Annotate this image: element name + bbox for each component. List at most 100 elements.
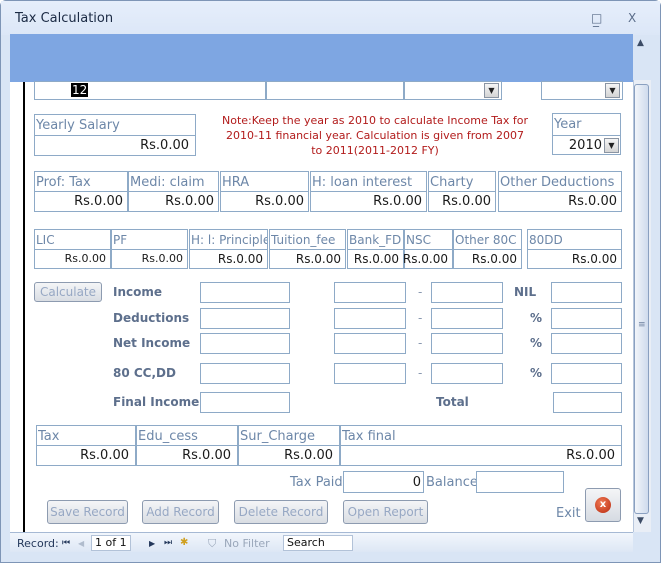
form-header (10, 34, 633, 82)
add-record-button[interactable]: Add Record (142, 500, 219, 524)
new-record-icon[interactable]: ✱ (180, 537, 188, 548)
calc-range-from[interactable] (334, 363, 406, 384)
dropdown-icon[interactable]: ▼ (605, 83, 620, 98)
deduction-field[interactable]: Rs.0.00 (498, 191, 622, 212)
last-record-icon[interactable]: ⏭ (164, 538, 172, 548)
field-value: Rs.0.00 (141, 252, 183, 265)
tax-value: Rs.0.00 (80, 448, 129, 463)
calc-range-to[interactable] (431, 363, 503, 384)
deduction-field[interactable]: Rs.0.00 (269, 249, 346, 269)
deduction-field[interactable]: Rs.0.00 (453, 249, 522, 269)
tax-field[interactable]: Rs.0.00 (36, 445, 136, 466)
rate-field[interactable] (551, 363, 622, 384)
deduction-field[interactable]: Rs.0.00 (428, 191, 496, 212)
calc-field[interactable] (200, 282, 290, 303)
next-record-icon[interactable]: ▶ (149, 539, 155, 548)
calculate-button[interactable]: Calculate (34, 282, 102, 302)
calc-field[interactable] (200, 392, 290, 413)
exit-button[interactable]: x (585, 488, 621, 522)
field-value: Rs.0.00 (353, 252, 399, 266)
close-button[interactable]: X (628, 11, 636, 25)
maximize-button[interactable]: □ (591, 11, 602, 25)
field-label-box: Other Deductions (498, 171, 622, 192)
calc-range-to[interactable] (431, 282, 503, 303)
deduction-field[interactable]: Rs.0.00 (220, 191, 309, 212)
rate-field[interactable] (551, 333, 622, 354)
title-bar: Tax Calculation _ □ X (1, 1, 660, 35)
combo-field-2[interactable]: ▼ (541, 81, 623, 100)
tax-label-box: Edu_cess (136, 425, 238, 446)
record-position-input[interactable]: 1 of 1 (91, 535, 131, 551)
tax-field[interactable]: Rs.0.00 (238, 445, 340, 466)
field-label: 80DD (529, 233, 563, 247)
scrollbar-thumb[interactable] (634, 84, 649, 514)
deduction-field[interactable]: Rs.0.00 (347, 249, 404, 269)
field-label-box: Charty (428, 171, 496, 192)
deduction-field[interactable]: Rs.0.00 (189, 249, 268, 269)
tax-label-box: Sur_Charge (238, 425, 340, 446)
no-filter-button[interactable]: No Filter (224, 537, 270, 550)
tax-paid-field[interactable]: 0 (343, 471, 424, 493)
year-label-box: Year (552, 113, 621, 136)
year-label: Year (554, 117, 582, 132)
calc-range-from[interactable] (334, 308, 406, 329)
dropdown-icon[interactable]: ▼ (484, 83, 499, 98)
calc-field[interactable] (200, 363, 290, 384)
tax-field[interactable]: Rs.0.00 (340, 445, 622, 466)
first-record-icon[interactable]: ⏮ (62, 538, 70, 548)
calc-range-from[interactable] (334, 282, 406, 303)
field-label-box: NSC (404, 229, 453, 250)
record-navigation-bar: Record: ⏮ ◀ 1 of 1 ▶ ⏭ ✱ ⛉ No Filter Sea… (10, 532, 633, 552)
delete-record-button[interactable]: Delete Record (234, 500, 328, 524)
deduction-field[interactable]: Rs.0.00 (111, 249, 188, 269)
year-select[interactable]: 2010 ▼ (552, 135, 621, 155)
calc-range-from[interactable] (334, 333, 406, 354)
field-label-box: PF (111, 229, 188, 250)
deduction-field[interactable]: Rs.0.00 (527, 249, 622, 269)
calc-range-to[interactable] (431, 308, 503, 329)
rate-label: NIL (514, 285, 537, 299)
tax-value: Rs.0.00 (182, 448, 231, 463)
field-label: Other Deductions (500, 175, 615, 190)
field-label: Other 80C (455, 233, 517, 247)
calc-field[interactable] (200, 333, 290, 354)
range-separator: - (418, 285, 423, 299)
tax-label: Tax (38, 429, 60, 444)
filter-icon: ⛉ (208, 537, 217, 550)
field-value: Rs.0.00 (471, 252, 517, 266)
scroll-down-icon[interactable]: ▼ (637, 516, 644, 526)
rate-field[interactable] (551, 282, 622, 303)
record-selector[interactable] (10, 82, 25, 532)
combo-field-1[interactable]: ▼ (404, 81, 502, 100)
calc-row-label: Final Income (113, 395, 200, 409)
deduction-field[interactable]: Rs.0.00 (310, 191, 427, 212)
balance-field[interactable] (476, 471, 564, 493)
field-value: Rs.0.00 (295, 252, 341, 266)
rate-field[interactable] (551, 308, 622, 329)
yearly-salary-field[interactable]: Rs.0.00 (34, 135, 196, 156)
total-field[interactable] (553, 392, 622, 413)
open-report-button[interactable]: Open Report (343, 500, 428, 524)
field-label: Tuition_fee (271, 233, 336, 247)
search-input[interactable]: Search (283, 535, 353, 551)
dropdown-icon[interactable]: ▼ (604, 138, 619, 153)
field-label: Charty (430, 175, 474, 190)
field-label: Prof: Tax (36, 175, 91, 190)
save-record-button[interactable]: Save Record (47, 500, 128, 524)
field-label-box: 80DD (527, 229, 622, 250)
field-value: Rs.0.00 (64, 252, 106, 265)
field-value: Rs.0.00 (568, 194, 617, 209)
tax-field[interactable]: Rs.0.00 (136, 445, 238, 466)
prev-record-icon[interactable]: ◀ (78, 539, 84, 548)
field-label: NSC (406, 233, 431, 247)
deduction-field[interactable]: Rs.0.00 (128, 191, 219, 212)
calc-range-to[interactable] (431, 333, 503, 354)
tax-value: Rs.0.00 (566, 448, 615, 463)
calc-field[interactable] (200, 308, 290, 329)
deduction-field[interactable]: Rs.0.00 (34, 249, 111, 269)
scroll-up-icon[interactable]: ▲ (637, 38, 644, 48)
deduction-field[interactable]: Rs.0.00 (403, 249, 453, 269)
deduction-field[interactable]: Rs.0.00 (34, 191, 128, 212)
name-field[interactable] (266, 81, 404, 100)
id-field[interactable]: 12 (34, 81, 266, 100)
